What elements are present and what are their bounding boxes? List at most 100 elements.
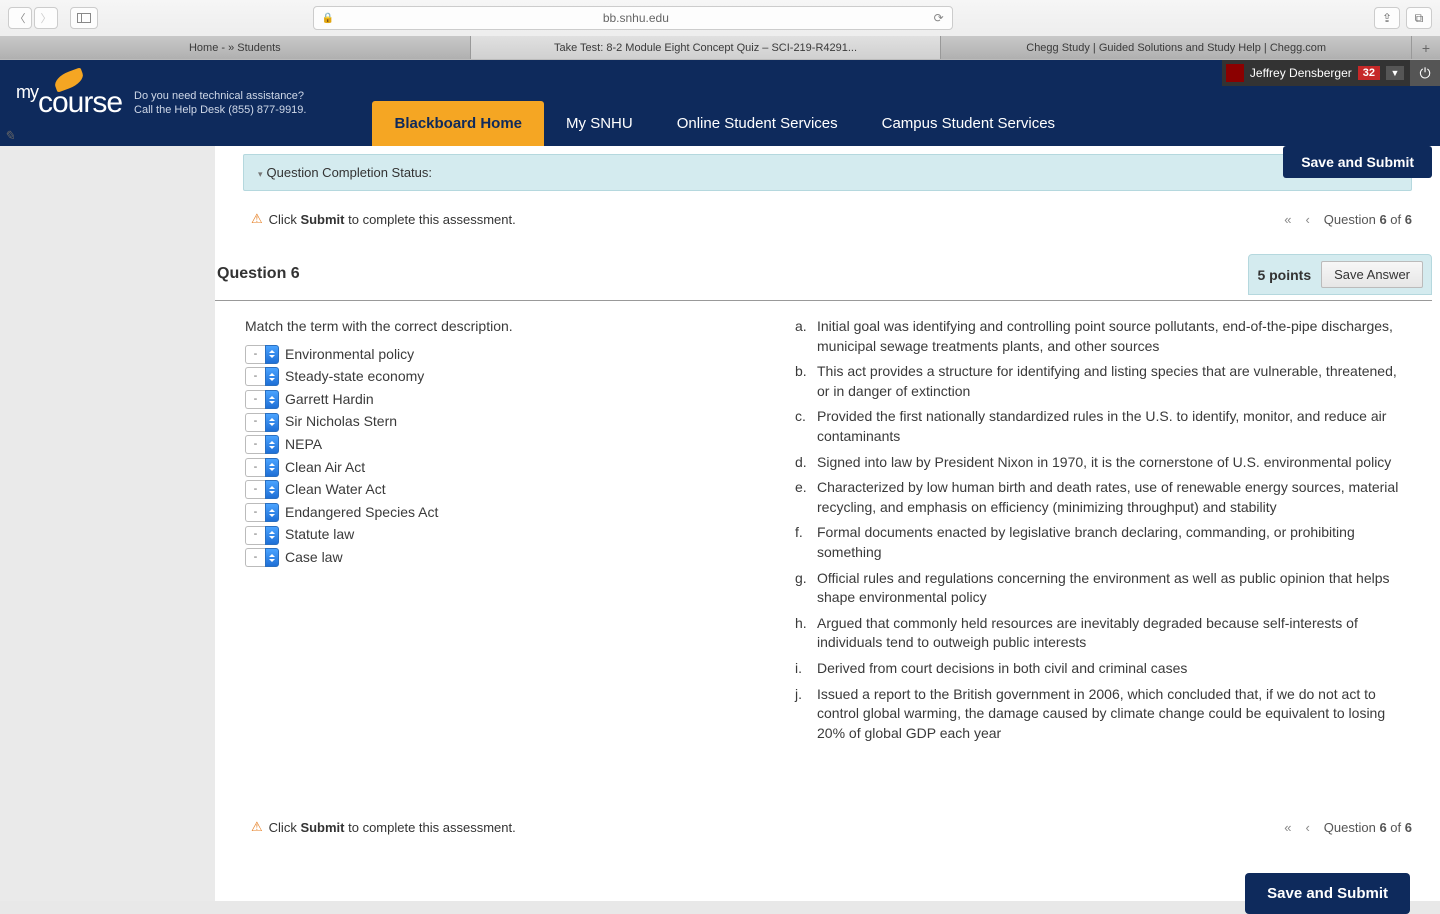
- new-tab-button[interactable]: +: [1412, 36, 1440, 59]
- select-stepper-icon[interactable]: [265, 503, 279, 522]
- logo[interactable]: mycourse Do you need technical assistanc…: [0, 60, 322, 146]
- description-text: Characterized by low human birth and dea…: [817, 478, 1410, 517]
- first-question-button[interactable]: «: [1284, 212, 1291, 227]
- select-stepper-icon[interactable]: [265, 458, 279, 477]
- terms-list: -Environmental policy-Steady-state econo…: [245, 345, 765, 568]
- prev-question-button[interactable]: ‹: [1305, 212, 1309, 227]
- edit-handle-icon[interactable]: ✎: [4, 128, 15, 144]
- match-select[interactable]: -: [245, 413, 279, 432]
- user-bar: Jeffrey Densberger 32 ▼ ⏻: [1222, 60, 1440, 86]
- question-prompt: Match the term with the correct descript…: [245, 317, 765, 337]
- first-question-button[interactable]: «: [1284, 820, 1291, 835]
- browser-tabs: Home - » Students Take Test: 8-2 Module …: [0, 36, 1440, 59]
- nav-online-services[interactable]: Online Student Services: [655, 101, 860, 146]
- description-row: j.Issued a report to the British governm…: [795, 685, 1410, 744]
- notification-badge: 32: [1358, 66, 1380, 80]
- reload-icon[interactable]: ⟳: [934, 11, 944, 25]
- help-text: Do you need technical assistance? Call t…: [134, 89, 306, 118]
- select-value: -: [245, 503, 265, 522]
- select-stepper-icon[interactable]: [265, 367, 279, 386]
- match-select[interactable]: -: [245, 367, 279, 386]
- completion-status-bar[interactable]: ▾Question Completion Status:: [243, 154, 1412, 191]
- match-select[interactable]: -: [245, 480, 279, 499]
- match-row: -Sir Nicholas Stern: [245, 412, 765, 432]
- browser-tab-0[interactable]: Home - » Students: [0, 36, 471, 59]
- select-stepper-icon[interactable]: [265, 435, 279, 454]
- match-row: - NEPA: [245, 435, 765, 455]
- browser-toolbar: 〈 〉 🔒 bb.snhu.edu ⟳ ⇪ ⧉: [0, 0, 1440, 36]
- prev-question-button[interactable]: ‹: [1305, 820, 1309, 835]
- description-text: Signed into law by President Nixon in 19…: [817, 453, 1391, 473]
- description-letter: b.: [795, 362, 811, 401]
- description-row: h.Argued that commonly held resources ar…: [795, 614, 1410, 653]
- match-select[interactable]: -: [245, 548, 279, 567]
- logout-button[interactable]: ⏻: [1410, 60, 1440, 86]
- question-title: Question 6: [215, 265, 300, 283]
- main-nav: Blackboard Home My SNHU Online Student S…: [372, 60, 1077, 146]
- forward-button[interactable]: 〉: [34, 7, 58, 29]
- match-select[interactable]: -: [245, 526, 279, 545]
- match-descriptions-column: a.Initial goal was identifying and contr…: [795, 317, 1410, 749]
- term-label: NEPA: [285, 435, 322, 455]
- description-letter: h.: [795, 614, 811, 653]
- match-row: - Clean Water Act: [245, 480, 765, 500]
- tabs-button[interactable]: ⧉: [1406, 7, 1432, 29]
- description-row: c.Provided the first nationally standard…: [795, 407, 1410, 446]
- browser-tab-1[interactable]: Take Test: 8-2 Module Eight Concept Quiz…: [471, 36, 942, 59]
- select-value: -: [245, 480, 265, 499]
- select-stepper-icon[interactable]: [265, 345, 279, 364]
- select-value: -: [245, 435, 265, 454]
- nav-blackboard-home[interactable]: Blackboard Home: [372, 101, 544, 146]
- match-row: -Steady-state economy: [245, 367, 765, 387]
- term-label: Environmental policy: [285, 345, 414, 365]
- chevron-down-icon: ▾: [258, 169, 263, 179]
- select-value: -: [245, 345, 265, 364]
- nav-my-snhu[interactable]: My SNHU: [544, 101, 655, 146]
- description-text: Provided the first nationally standardiz…: [817, 407, 1410, 446]
- select-stepper-icon[interactable]: [265, 526, 279, 545]
- save-answer-button[interactable]: Save Answer: [1321, 261, 1423, 288]
- match-select[interactable]: -: [245, 435, 279, 454]
- term-label: Sir Nicholas Stern: [285, 412, 397, 432]
- description-row: a.Initial goal was identifying and contr…: [795, 317, 1410, 356]
- match-select[interactable]: -: [245, 390, 279, 409]
- select-value: -: [245, 548, 265, 567]
- warning-icon: ⚠: [251, 819, 263, 835]
- description-letter: c.: [795, 407, 811, 446]
- url-bar[interactable]: 🔒 bb.snhu.edu ⟳: [313, 6, 953, 30]
- match-row: -Garrett Hardin: [245, 390, 765, 410]
- browser-tab-2[interactable]: Chegg Study | Guided Solutions and Study…: [941, 36, 1412, 59]
- description-text: Issued a report to the British governmen…: [817, 685, 1410, 744]
- description-letter: i.: [795, 659, 811, 679]
- sidebar-toggle[interactable]: [70, 7, 98, 29]
- question-counter: Question 6 of 6: [1324, 212, 1412, 227]
- select-value: -: [245, 526, 265, 545]
- left-gutter: [0, 146, 215, 901]
- lock-icon: 🔒: [322, 13, 334, 24]
- term-label: Endangered Species Act: [285, 503, 438, 523]
- match-select[interactable]: -: [245, 503, 279, 522]
- save-submit-button[interactable]: Save and Submit: [1245, 873, 1410, 914]
- description-letter: a.: [795, 317, 811, 356]
- match-row: -Statute law: [245, 525, 765, 545]
- match-select[interactable]: -: [245, 345, 279, 364]
- select-stepper-icon[interactable]: [265, 390, 279, 409]
- term-label: Clean Water Act: [285, 480, 386, 500]
- description-letter: e.: [795, 478, 811, 517]
- save-submit-top[interactable]: Save and Submit: [1283, 146, 1432, 178]
- question-body: Match the term with the correct descript…: [215, 301, 1440, 759]
- user-menu[interactable]: Jeffrey Densberger 32 ▼: [1222, 64, 1410, 82]
- avatar: [1226, 64, 1244, 82]
- back-button[interactable]: 〈: [8, 7, 32, 29]
- select-stepper-icon[interactable]: [265, 480, 279, 499]
- select-stepper-icon[interactable]: [265, 413, 279, 432]
- description-letter: d.: [795, 453, 811, 473]
- content: Save and Submit ▾Question Completion Sta…: [215, 146, 1440, 901]
- nav-campus-services[interactable]: Campus Student Services: [860, 101, 1077, 146]
- share-button[interactable]: ⇪: [1374, 7, 1400, 29]
- match-select[interactable]: -: [245, 458, 279, 477]
- select-stepper-icon[interactable]: [265, 548, 279, 567]
- description-letter: f.: [795, 523, 811, 562]
- description-row: b.This act provides a structure for iden…: [795, 362, 1410, 401]
- description-text: This act provides a structure for identi…: [817, 362, 1410, 401]
